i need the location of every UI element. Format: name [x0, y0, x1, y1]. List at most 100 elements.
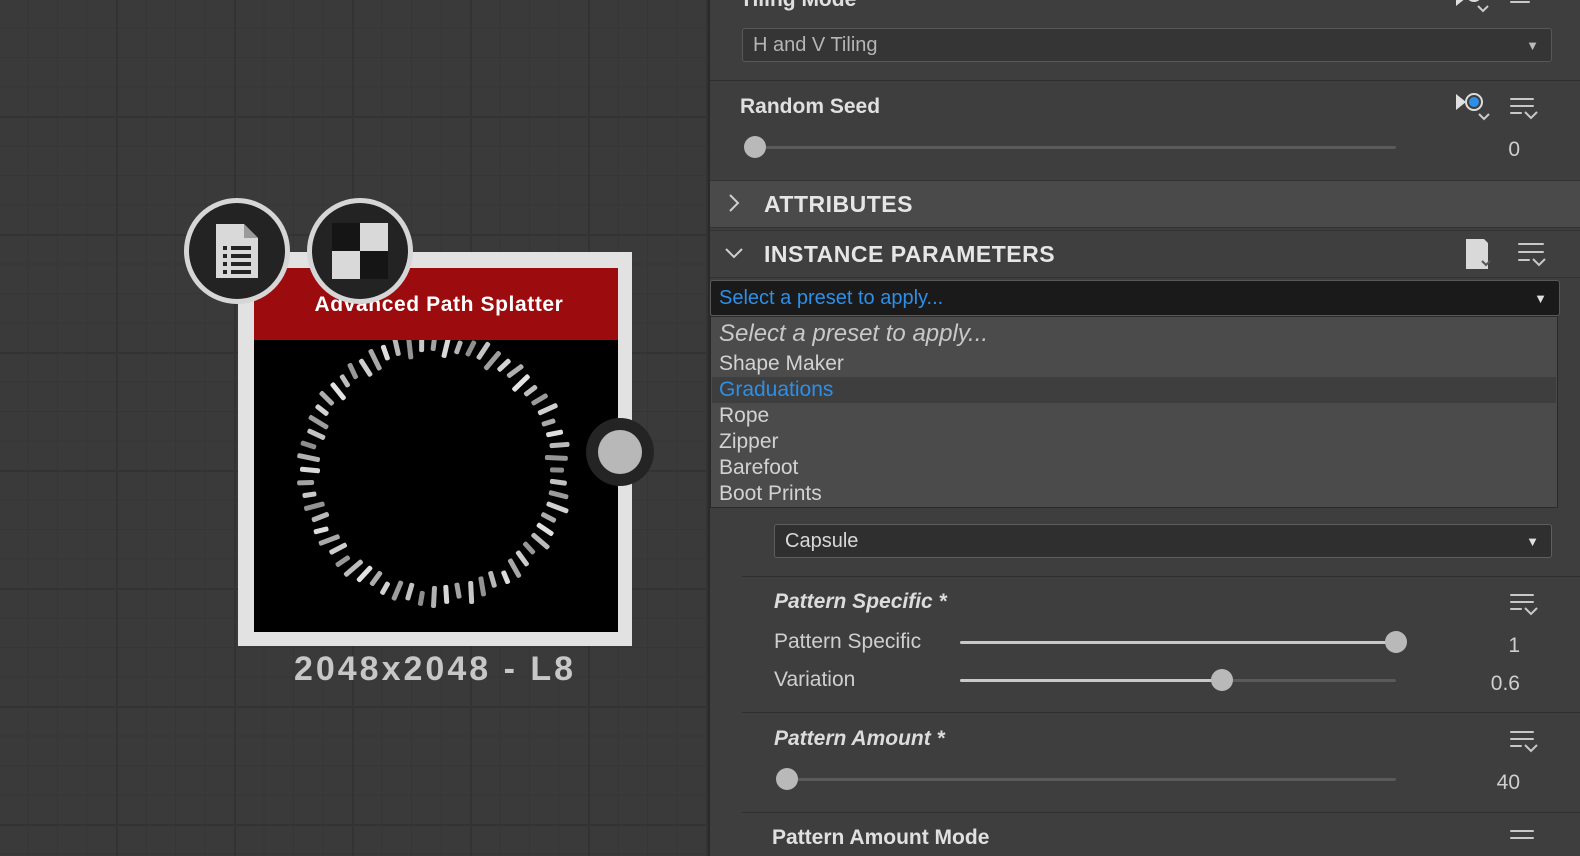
splatter-dash [302, 491, 317, 498]
preset-option[interactable]: Barefoot [719, 455, 798, 481]
splatter-dash [476, 341, 491, 360]
output-port-dot[interactable] [598, 430, 642, 474]
pattern-specific-value[interactable]: 1 [1440, 634, 1520, 658]
splatter-dash [523, 384, 538, 397]
node-thumbnail [254, 332, 618, 632]
splatter-dash [315, 404, 329, 416]
splatter-dash [549, 467, 565, 473]
splatter-dash [339, 374, 350, 388]
output-port[interactable] [586, 418, 654, 486]
graph-canvas[interactable]: Advanced Path Splatter 2048x2048 - L8 [0, 0, 708, 856]
preset-option[interactable]: Boot Prints [719, 481, 822, 507]
splatter-dash [335, 555, 351, 567]
splatter-dash [368, 349, 382, 371]
slider-handle[interactable] [776, 768, 798, 790]
splatter-dash [380, 344, 390, 361]
splatter-dash [522, 541, 536, 555]
preset-dropdown[interactable]: Select a preset to apply... ▼ [710, 280, 1560, 316]
splatter-dash [506, 364, 524, 378]
splatter-dash [536, 522, 554, 537]
splatter-dash [488, 570, 497, 588]
preset-option[interactable]: Zipper [719, 429, 779, 455]
preset-dropdown-list: Select a preset to apply... Shape Maker … [710, 316, 1558, 508]
instance-parameters-section-header[interactable]: INSTANCE PARAMETERS [710, 230, 1580, 278]
slider-handle[interactable] [744, 136, 766, 158]
splatter-dash [329, 542, 348, 555]
splatter-dash [356, 565, 373, 583]
options-menu-icon[interactable] [1510, 594, 1538, 620]
splatter-dash [468, 580, 475, 605]
options-menu-icon[interactable] [1510, 98, 1538, 124]
preset-option[interactable]: Shape Maker [719, 351, 844, 377]
tiling-mode-dropdown[interactable]: H and V Tiling ▼ [742, 28, 1552, 62]
slider-handle[interactable] [1385, 631, 1407, 653]
splatter-dash [501, 570, 511, 585]
options-menu-icon[interactable] [1510, 731, 1538, 757]
splatter-ring-preview [297, 332, 570, 609]
splatter-dash [541, 512, 557, 523]
connect-input-icon[interactable] [1454, 0, 1494, 14]
pattern-specific-label: Pattern Specific [774, 630, 922, 653]
splatter-dash [454, 582, 462, 599]
checkerboard-icon-glyph [332, 223, 388, 279]
pattern-specific-slider[interactable] [960, 631, 1407, 653]
splatter-dash [308, 415, 329, 430]
pattern-amount-slider[interactable] [776, 768, 1396, 790]
splatter-dash [512, 374, 530, 392]
splatter-dash [417, 590, 425, 606]
dropdown-arrow-icon: ▼ [1526, 37, 1539, 53]
highlighted-option-background [712, 377, 1556, 403]
splatter-dash [358, 358, 373, 377]
variation-value[interactable]: 0.6 [1440, 672, 1520, 696]
connect-input-icon[interactable] [1454, 92, 1494, 122]
splatter-dash [297, 479, 315, 486]
preset-option-highlighted[interactable]: Graduations [719, 377, 833, 403]
splatter-dash [300, 440, 317, 450]
instance-parameters-title: INSTANCE PARAMETERS [764, 240, 1056, 267]
splatter-dash [441, 337, 451, 358]
splatter-dash [392, 337, 401, 356]
node-resolution: 2048x2048 - L8 [293, 650, 577, 688]
separator [742, 576, 1580, 577]
checkerboard-icon[interactable] [307, 198, 413, 304]
preset-file-icon[interactable] [1464, 237, 1496, 271]
pattern-amount-group-title: Pattern Amount * [774, 727, 945, 750]
preset-option[interactable]: Rope [719, 403, 769, 429]
slider-handle[interactable] [1211, 669, 1233, 691]
random-seed-slider[interactable] [744, 136, 1396, 158]
splatter-dash [330, 382, 346, 401]
splatter-dash [531, 532, 550, 550]
splatter-dash [405, 582, 415, 601]
options-menu-icon[interactable] [1510, 830, 1538, 856]
options-menu-icon[interactable] [1510, 0, 1538, 20]
pattern-specific-group-title: Pattern Specific * [774, 590, 947, 613]
document-list-icon[interactable] [184, 198, 290, 304]
attributes-section-header[interactable]: ATTRIBUTES [710, 180, 1580, 228]
splatter-dash [541, 418, 556, 427]
slider-fill [960, 679, 1222, 682]
dropdown-arrow-icon: ▼ [1534, 290, 1547, 306]
splatter-dash [369, 570, 383, 587]
splatter-dash [391, 580, 404, 601]
pattern-amount-mode-label: Pattern Amount Mode [772, 826, 990, 849]
random-seed-value[interactable]: 0 [1440, 138, 1520, 162]
splatter-dash [313, 526, 329, 535]
separator [742, 812, 1580, 813]
splatter-dash [454, 340, 463, 355]
options-menu-icon[interactable] [1518, 243, 1546, 269]
splatter-dash [537, 403, 558, 416]
shape-dropdown[interactable]: Capsule ▼ [774, 524, 1552, 558]
slider-fill [960, 641, 1396, 644]
splatter-dash [419, 337, 425, 353]
chevron-down-icon [1524, 607, 1538, 616]
preset-option[interactable]: Select a preset to apply... [719, 321, 988, 347]
splatter-dash [497, 358, 511, 372]
splatter-dash [299, 466, 321, 474]
splatter-dash [531, 393, 548, 406]
splatter-dash [297, 453, 321, 463]
node-title-bar[interactable]: Advanced Path Splatter [254, 268, 618, 340]
pattern-amount-value[interactable]: 40 [1440, 771, 1520, 795]
variation-label: Variation [774, 668, 856, 691]
splatter-dash [347, 362, 359, 380]
variation-slider[interactable] [960, 669, 1396, 691]
